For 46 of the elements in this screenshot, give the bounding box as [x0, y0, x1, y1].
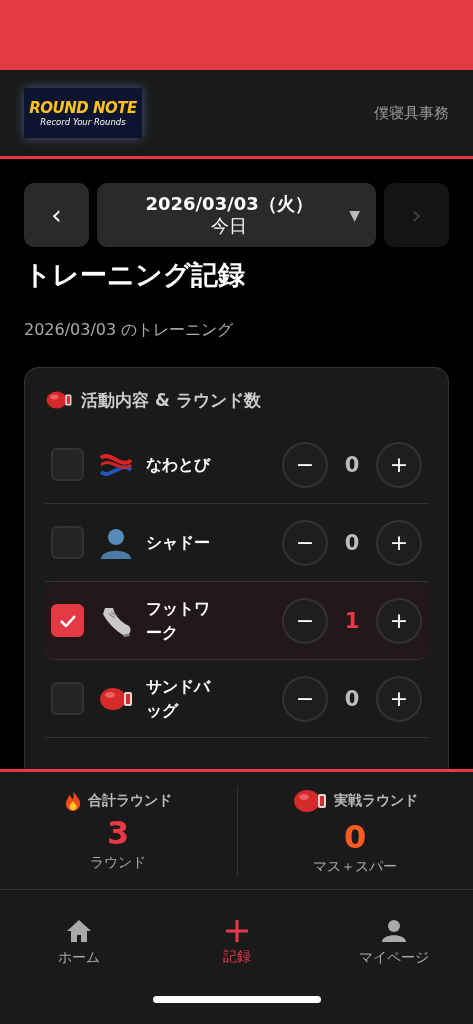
round-count: 0	[343, 530, 361, 555]
logo-title: ROUND NOTE	[29, 99, 137, 117]
user-name: 僕寝具事務	[374, 103, 449, 123]
activity-name: シャドー	[146, 531, 211, 554]
round-count: 0	[343, 452, 361, 477]
plus-icon	[225, 920, 248, 942]
checkbox[interactable]	[51, 604, 84, 637]
stat-label: 実戦ラウンド	[334, 791, 419, 810]
previous-day-button[interactable]: ‹	[24, 183, 89, 247]
stat-value: 3	[107, 812, 130, 854]
stat-unit: マス＋スパー	[313, 857, 398, 876]
checkmark-icon	[59, 614, 76, 627]
increment-button[interactable]: +	[376, 675, 422, 722]
activity-name: フットワーク	[146, 597, 211, 644]
decrement-button[interactable]: −	[282, 675, 328, 722]
date-relative-label: 今日	[211, 215, 248, 237]
round-count: 0	[343, 686, 361, 711]
activity-name: サンドバッグ	[146, 675, 212, 722]
increment-button[interactable]: +	[376, 597, 422, 644]
tab[interactable]: ホーム	[0, 919, 158, 967]
boxing-glove-icon	[45, 388, 73, 412]
checkbox[interactable]	[51, 526, 84, 559]
increment-button[interactable]: +	[376, 519, 422, 566]
date-picker[interactable]: 2026/03/03（火） 今日 ▼	[97, 183, 376, 247]
page-title: トレーニング記録	[24, 258, 246, 292]
page-subtitle: 2026/03/03 のトレーニング	[24, 320, 235, 341]
increment-button[interactable]: +	[376, 441, 422, 488]
decrement-button[interactable]: −	[282, 441, 328, 488]
stat-unit: ラウンド	[90, 853, 147, 872]
logo-tagline: Record Your Rounds	[40, 117, 126, 127]
checkbox[interactable]	[51, 682, 84, 715]
decrement-button[interactable]: −	[282, 597, 328, 644]
checkbox[interactable]	[51, 448, 84, 481]
activity-name: なわとび	[146, 453, 212, 476]
home-icon	[65, 919, 92, 943]
stat-value: 0	[344, 816, 367, 858]
date-text: 2026/03/03（火）	[145, 193, 313, 215]
person-icon	[382, 919, 407, 943]
round-count: 1	[343, 608, 361, 633]
decrement-button[interactable]: −	[282, 519, 328, 566]
stat-label: 合計ラウンド	[88, 791, 173, 810]
dropdown-arrow-icon: ▼	[349, 207, 360, 223]
card-heading: 活動内容 & ラウンド数	[81, 388, 261, 412]
tab[interactable]: マイページ	[315, 919, 473, 967]
tab[interactable]: 記録	[157, 920, 316, 966]
fire-icon	[64, 789, 83, 812]
